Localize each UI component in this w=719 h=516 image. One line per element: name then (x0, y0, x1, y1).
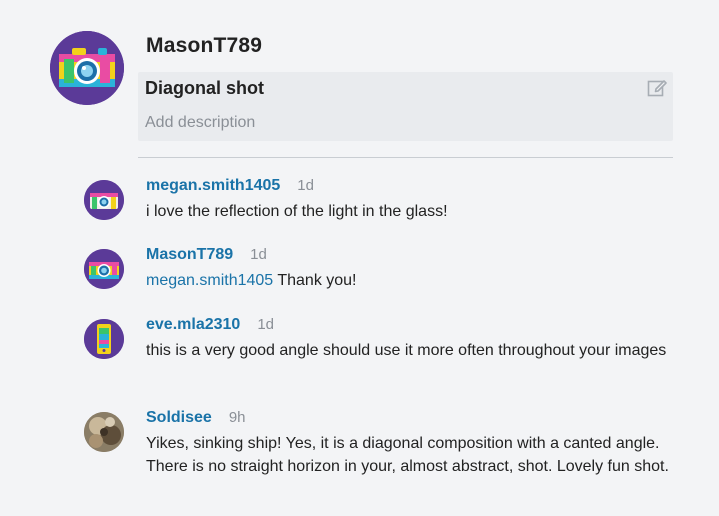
edit-icon[interactable] (647, 78, 667, 98)
camera-avatar-icon (50, 31, 124, 105)
comment-text: this is a very good angle should use it … (146, 342, 667, 359)
camera-avatar-icon (84, 249, 124, 289)
comment-body: Soldisee 9h Yikes, sinking ship! Yes, it… (146, 409, 676, 478)
comment-username[interactable]: eve.mla2310 (146, 316, 240, 334)
comment-avatar[interactable] (84, 249, 124, 289)
comment-username[interactable]: Soldisee (146, 409, 212, 427)
comment-avatar[interactable] (84, 180, 124, 220)
phone-avatar-icon (84, 319, 124, 359)
comment-body: megan.smith1405 1d i love the reflection… (146, 177, 676, 223)
comment-time: 9h (228, 409, 246, 426)
author-name[interactable]: MasonT789 (146, 34, 262, 58)
comment-username[interactable]: megan.smith1405 (146, 177, 280, 195)
comment-header: MasonT789 1d (146, 246, 676, 268)
comment-body: MasonT789 1d megan.smith1405 Thank you! (146, 246, 676, 292)
comment-username[interactable]: MasonT789 (146, 246, 233, 264)
post-card: Diagonal shot Add description (138, 72, 673, 141)
description-field[interactable]: Add description (145, 114, 255, 132)
comment-text-content: Thank you! (277, 272, 357, 289)
comment-avatar[interactable] (84, 412, 124, 452)
mention-link[interactable]: megan.smith1405 (146, 272, 273, 289)
comment-avatar[interactable] (84, 319, 124, 359)
comment-body: eve.mla2310 1d this is a very good angle… (146, 316, 676, 362)
divider (138, 157, 673, 158)
comment-header: megan.smith1405 1d (146, 177, 676, 199)
comment-text: Yikes, sinking ship! Yes, it is a diagon… (146, 435, 669, 475)
camera-avatar-icon (84, 180, 124, 220)
comment-time: 1d (257, 316, 274, 333)
post-comments-page: MasonT789 Diagonal shot Add description (0, 0, 719, 516)
comment-time: 1d (297, 177, 314, 194)
comment-header: Soldisee 9h (146, 409, 676, 431)
post-title[interactable]: Diagonal shot (145, 78, 264, 99)
comment-text: megan.smith1405 Thank you! (146, 269, 676, 292)
comment-text: i love the reflection of the light in th… (146, 203, 448, 220)
author-avatar[interactable] (50, 31, 124, 105)
comment-time: 1d (250, 246, 267, 263)
photo-avatar-icon (84, 412, 124, 452)
comment-header: eve.mla2310 1d (146, 316, 676, 338)
